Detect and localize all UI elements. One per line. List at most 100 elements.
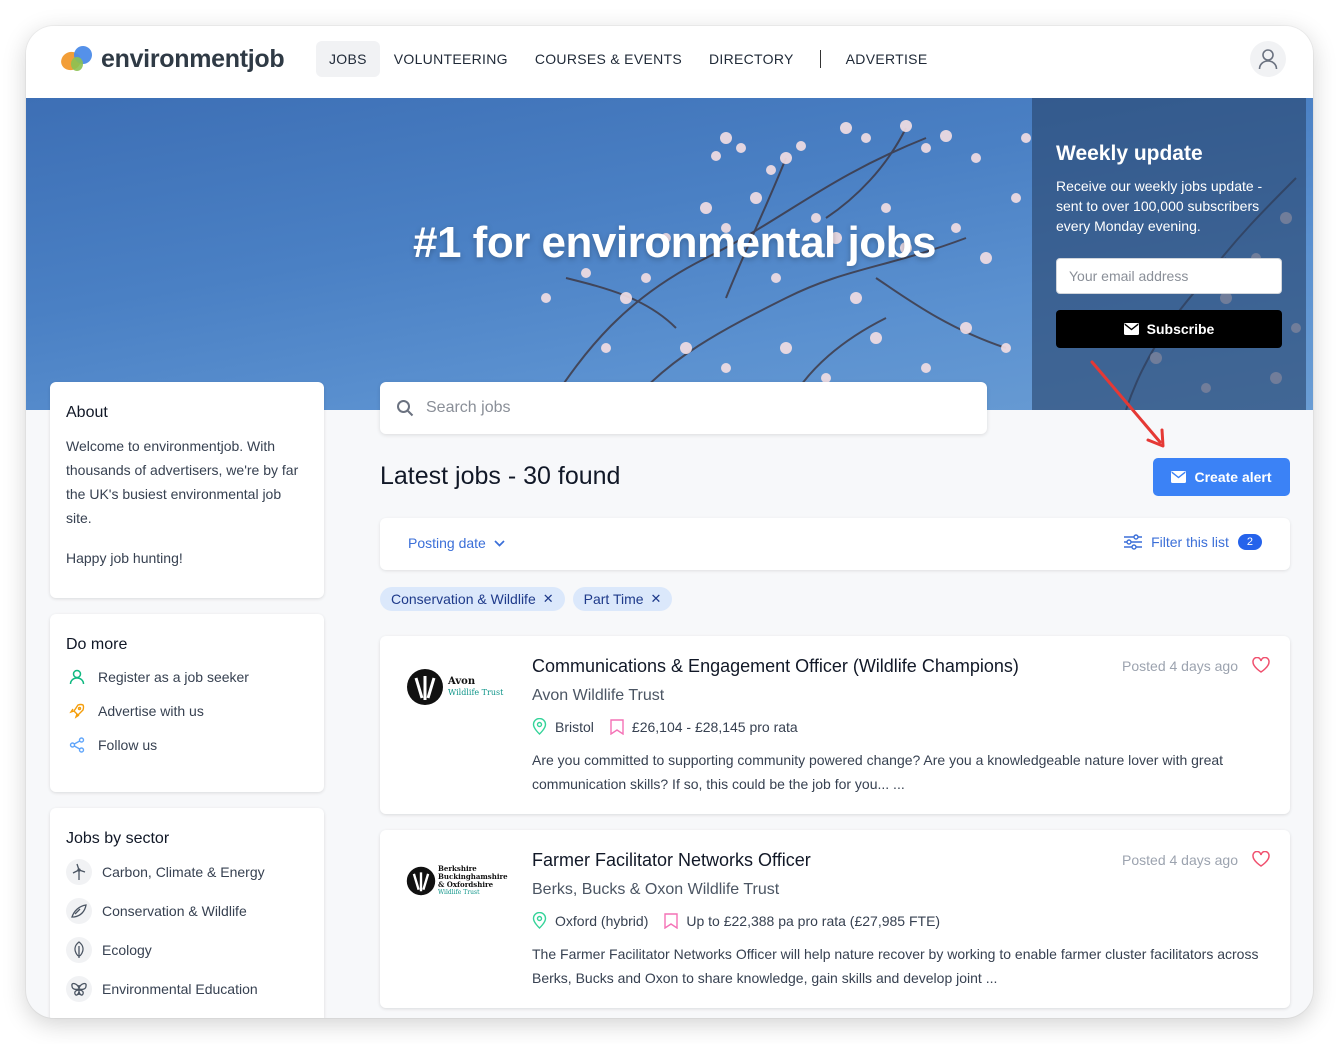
job-company: Berks, Bucks & Oxon Wildlife Trust (532, 881, 780, 898)
about-title: About (66, 404, 108, 421)
sector-education-label: Environmental Education (102, 981, 258, 997)
share-icon (69, 737, 85, 753)
account-button[interactable] (1250, 41, 1286, 77)
jobs-by-sector-title: Jobs by sector (66, 830, 170, 847)
nav-jobs[interactable]: JOBS (316, 41, 380, 77)
job-card[interactable]: Avon Wildlife Trust Communications & Eng… (380, 636, 1290, 814)
rocket-icon (69, 703, 85, 719)
brand-mark-icon (59, 44, 95, 74)
wind-turbine-icon (72, 863, 86, 880)
sector-conservation-wildlife[interactable]: Conservation & Wildlife (66, 896, 308, 926)
filter-chip[interactable]: Conservation & Wildlife ✕ (380, 587, 565, 611)
nav-volunteering[interactable]: VOLUNTEERING (381, 41, 521, 77)
sector-ecology[interactable]: Ecology (66, 935, 308, 965)
heart-icon[interactable] (1252, 851, 1270, 867)
sector-conservation-label: Conservation & Wildlife (102, 903, 247, 919)
about-card: About Welcome to environmentjob. With th… (50, 382, 324, 598)
sliders-icon (1124, 534, 1143, 550)
hero-title: #1 for environmental jobs (413, 218, 936, 267)
about-signoff: Happy job hunting! (66, 550, 183, 566)
nav-courses-events[interactable]: COURSES & EVENTS (522, 41, 695, 77)
subscribe-button[interactable]: Subscribe (1056, 310, 1282, 348)
bird-icon (71, 904, 87, 918)
location-pin-icon (532, 912, 547, 929)
nav-divider (819, 50, 821, 68)
register-job-seeker-label: Register as a job seeker (98, 669, 249, 685)
sort-label: Posting date (408, 535, 486, 551)
job-title[interactable]: Communications & Engagement Officer (Wil… (532, 656, 1019, 677)
about-text: Welcome to environmentjob. With thousand… (66, 438, 299, 526)
chevron-down-icon (494, 539, 505, 547)
logo-subtext: Wildlife Trust (448, 688, 504, 697)
create-alert-button[interactable]: Create alert (1153, 458, 1290, 496)
do-more-card: Do more Register as a job seeker Adverti… (50, 614, 324, 792)
filter-bar: Posting date Filter this list 2 (380, 518, 1290, 570)
badger-logo-icon (407, 669, 443, 705)
main-nav: JOBS VOLUNTEERING COURSES & EVENTS DIREC… (316, 41, 941, 77)
butterfly-icon (71, 982, 87, 996)
job-title[interactable]: Farmer Facilitator Networks Officer (532, 850, 811, 871)
register-job-seeker-link[interactable]: Register as a job seeker (66, 666, 308, 688)
follow-us-label: Follow us (98, 737, 158, 753)
job-description: Are you committed to supporting communit… (532, 752, 1224, 792)
create-alert-label: Create alert (1194, 469, 1272, 485)
job-posted-date: Posted 4 days ago (1122, 852, 1238, 868)
filter-chip-label: Conservation & Wildlife (391, 591, 536, 607)
sector-carbon-label: Carbon, Climate & Energy (102, 864, 265, 880)
annotation-arrow-icon (1090, 360, 1165, 448)
job-card[interactable]: Berkshire Buckinghamshire & Oxfordshire … (380, 830, 1290, 1008)
results-heading: Latest jobs - 30 found (380, 462, 621, 490)
user-icon (69, 669, 85, 685)
nav-directory[interactable]: DIRECTORY (696, 41, 807, 77)
job-meta: Bristol £26,104 - £28,145 pro rata (532, 718, 798, 735)
brand-name: environmentjob (101, 44, 285, 73)
job-description: The Farmer Facilitator Networks Officer … (532, 946, 1259, 986)
filter-list-button[interactable]: Filter this list 2 (1123, 534, 1262, 550)
company-logo: Berkshire Buckinghamshire & Oxfordshire … (406, 856, 516, 906)
weekly-update-title: Weekly update (1056, 142, 1203, 165)
job-posted-date: Posted 4 days ago (1122, 658, 1238, 674)
job-location: Oxford (hybrid) (555, 912, 649, 929)
weekly-update-text: Receive our weekly jobs update - sent to… (1056, 178, 1263, 234)
logo-subtext: Wildlife Trust (438, 889, 480, 896)
search-bar (380, 382, 987, 434)
filter-label: Filter this list (1151, 534, 1229, 550)
company-logo: Avon Wildlife Trust (406, 662, 516, 712)
envelope-icon (1123, 323, 1139, 335)
bookmark-icon (610, 718, 624, 735)
filter-chip-label: Part Time (583, 591, 644, 607)
nav-advertise[interactable]: ADVERTISE (833, 41, 941, 77)
follow-us-link[interactable]: Follow us (66, 734, 308, 756)
search-input[interactable] (426, 399, 946, 417)
sector-carbon-climate-energy[interactable]: Carbon, Climate & Energy (66, 857, 308, 887)
filter-count-badge: 2 (1237, 534, 1262, 550)
job-company: Avon Wildlife Trust (532, 687, 665, 704)
heart-icon[interactable] (1252, 657, 1270, 673)
sort-dropdown[interactable]: Posting date (408, 535, 505, 551)
logo-text: & Oxfordshire (438, 880, 494, 889)
job-salary: Up to £22,388 pa pro rata (£27,985 FTE) (686, 912, 941, 929)
filter-chip[interactable]: Part Time ✕ (572, 587, 673, 611)
email-field[interactable] (1056, 258, 1282, 294)
subscribe-label: Subscribe (1146, 321, 1215, 337)
job-location: Bristol (555, 718, 594, 735)
user-icon (1258, 49, 1278, 70)
badger-logo-icon (406, 866, 436, 896)
brand-logo[interactable]: environmentjob (59, 44, 285, 74)
search-icon (397, 400, 414, 417)
sector-environmental-education[interactable]: Environmental Education (66, 974, 308, 1004)
logo-text: Avon (448, 676, 476, 687)
active-filters: Conservation & Wildlife ✕ Part Time ✕ (380, 587, 680, 611)
advertise-with-us-label: Advertise with us (98, 703, 204, 719)
sector-ecology-label: Ecology (102, 942, 152, 958)
close-icon[interactable]: ✕ (543, 591, 554, 607)
top-nav-bar: environmentjob JOBS VOLUNTEERING COURSES… (26, 26, 1313, 98)
location-pin-icon (532, 718, 547, 735)
app-frame: environmentjob JOBS VOLUNTEERING COURSES… (26, 26, 1313, 1018)
close-icon[interactable]: ✕ (651, 591, 662, 607)
advertise-with-us-link[interactable]: Advertise with us (66, 700, 308, 722)
leaf-icon (74, 941, 84, 958)
job-salary: £26,104 - £28,145 pro rata (631, 718, 798, 735)
job-meta: Oxford (hybrid) Up to £22,388 pa pro rat… (532, 912, 940, 929)
do-more-title: Do more (66, 636, 128, 653)
